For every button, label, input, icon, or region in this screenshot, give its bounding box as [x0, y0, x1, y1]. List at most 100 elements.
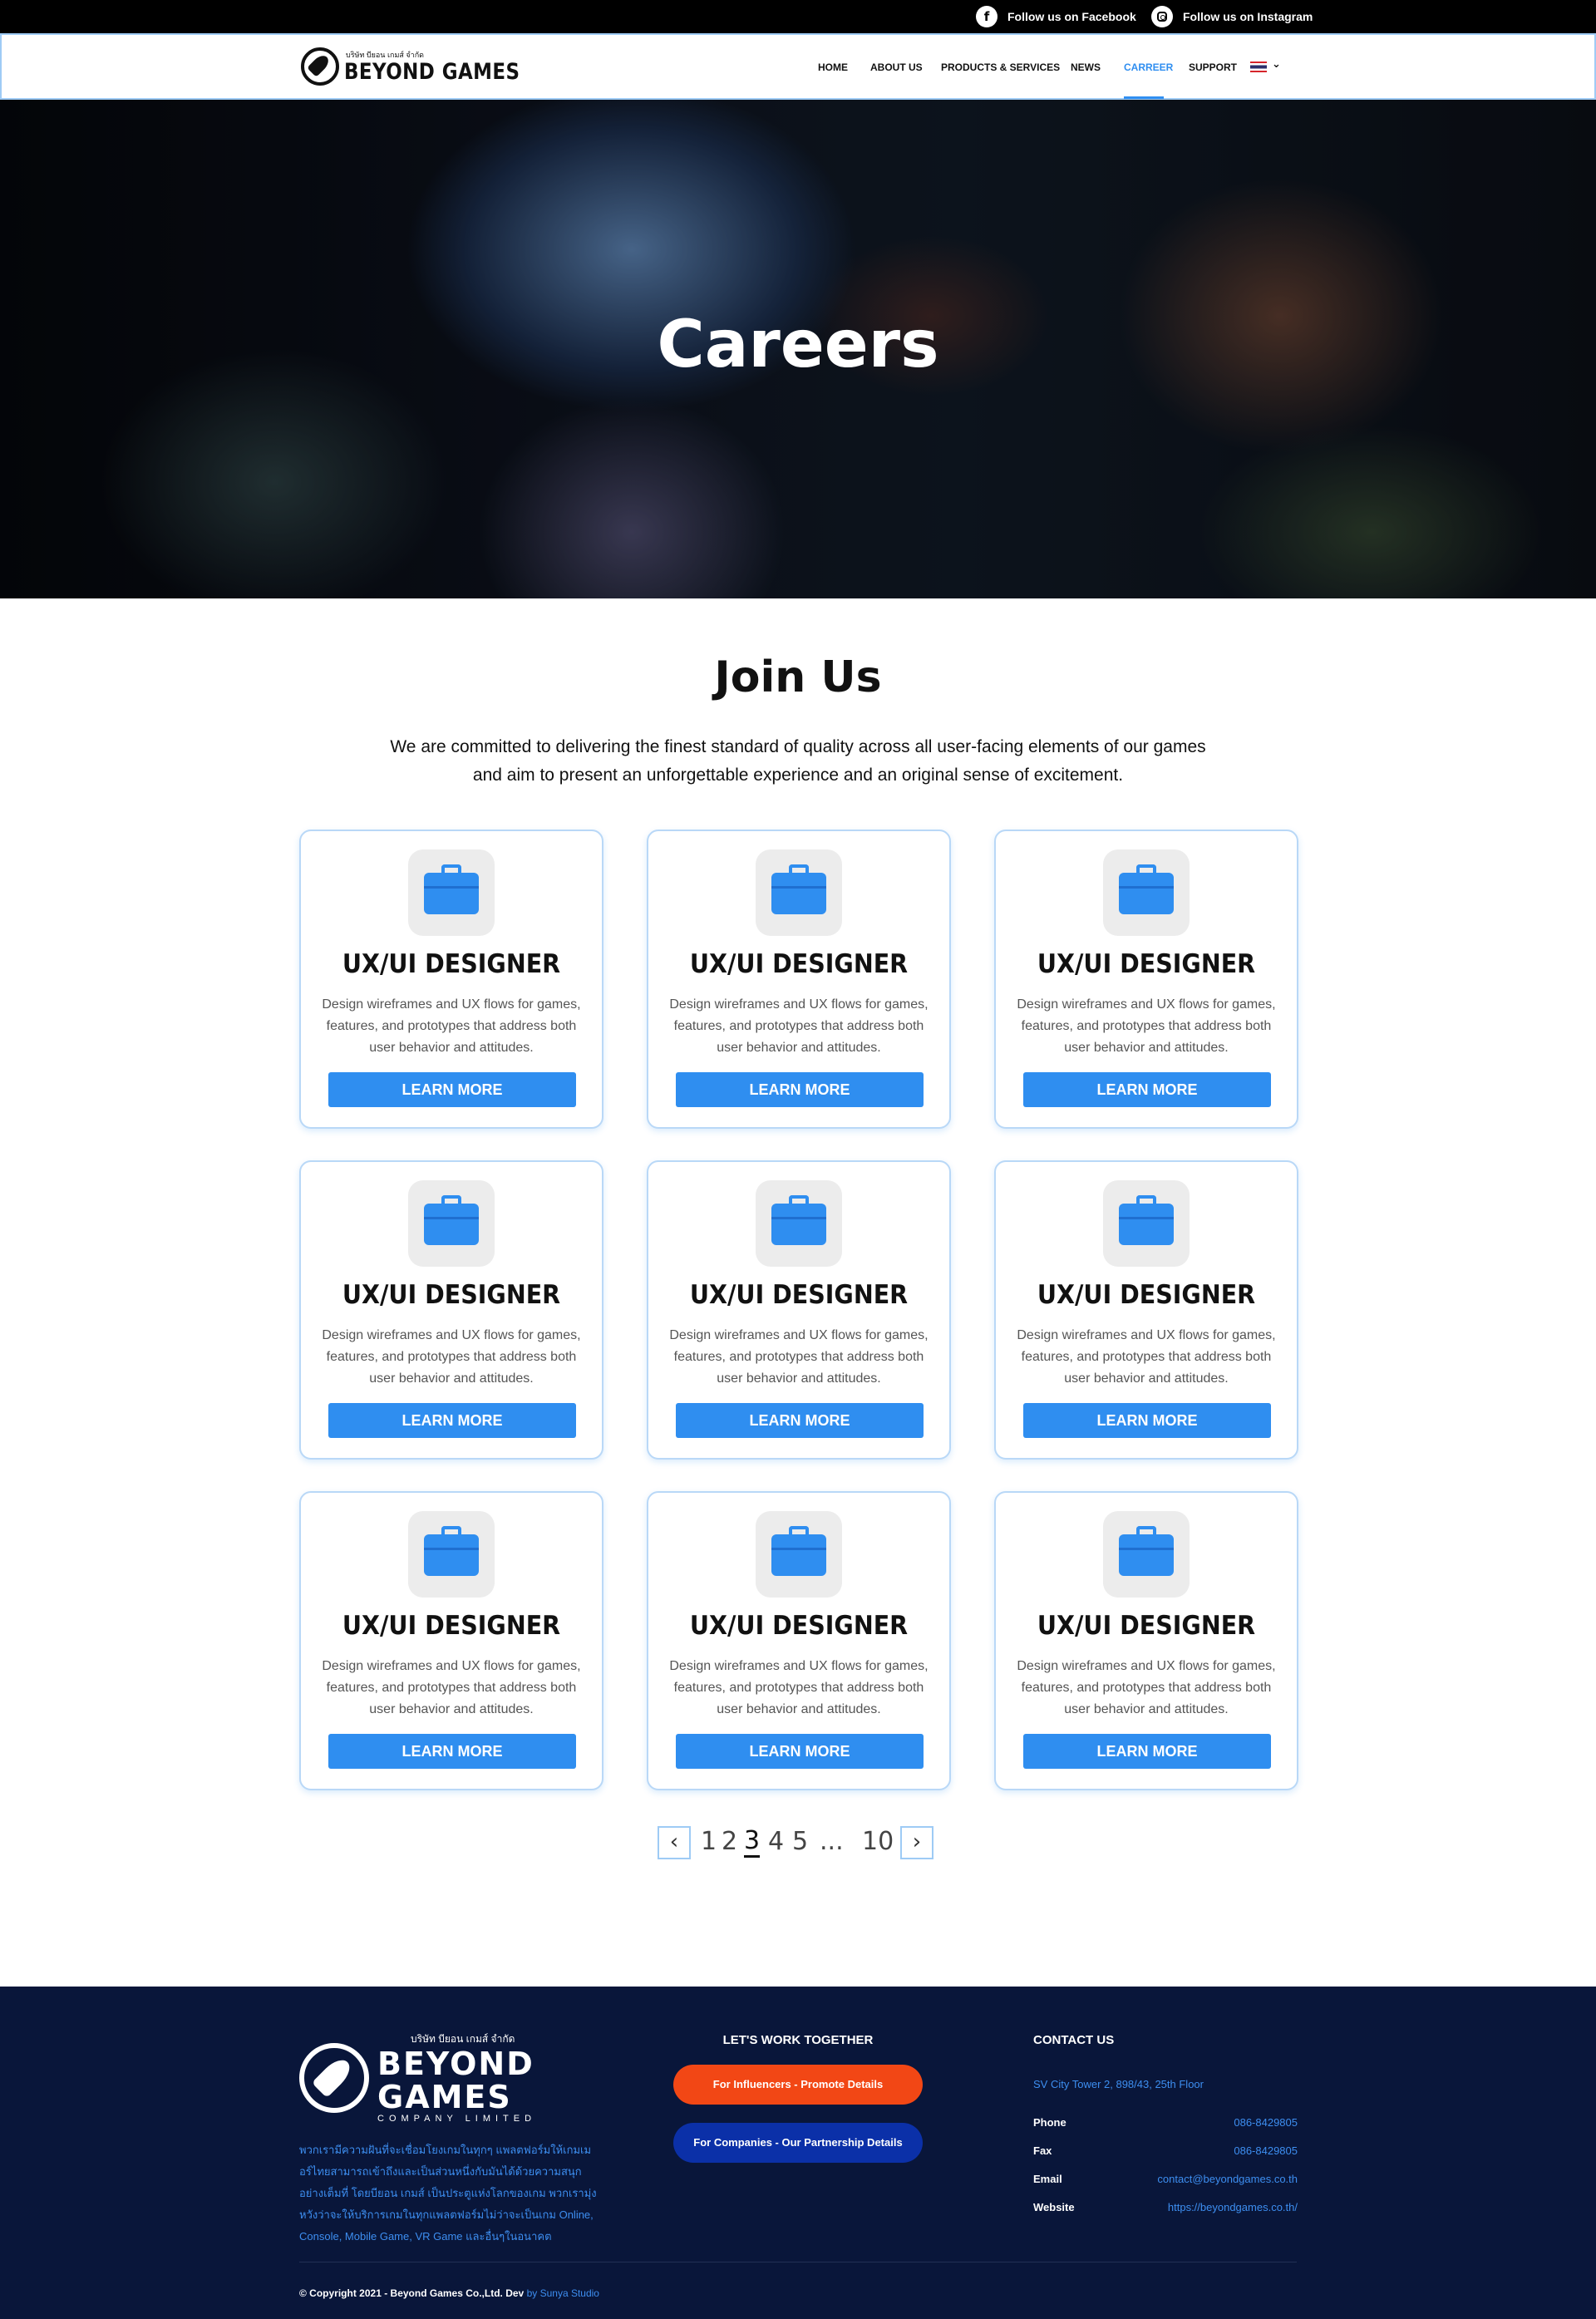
job-description-line: features, and prototypes that address bo…	[673, 1350, 924, 1364]
nav-products-services[interactable]: PRODUCTS & SERVICES	[941, 62, 1060, 73]
job-description-line: user behavior and attitudes.	[369, 1041, 534, 1055]
chevron-left-icon: ‹	[669, 1829, 679, 1854]
learn-more-button[interactable]: LEARN MORE	[676, 1403, 924, 1438]
page-3-current[interactable]: 3	[744, 1827, 761, 1858]
pagination-next-button[interactable]: ›	[900, 1826, 933, 1859]
briefcase-icon	[424, 1526, 479, 1576]
nav-news[interactable]: NEWS	[1071, 62, 1101, 73]
facebook-link-label: Follow us on Facebook	[1007, 10, 1136, 23]
job-description: Design wireframes and UX flows for games…	[1009, 994, 1283, 1059]
rocket-logo-icon	[299, 2042, 369, 2113]
thai-flag-icon[interactable]	[1250, 62, 1267, 72]
nav-about-us[interactable]: ABOUT US	[870, 62, 923, 73]
job-card: UX/UI DESIGNER Design wireframes and UX f…	[647, 830, 951, 1129]
briefcase-icon	[424, 1195, 479, 1245]
job-description: Design wireframes and UX flows for games…	[1009, 1656, 1283, 1721]
influencers-button[interactable]: For Influencers - Promote Details	[673, 2065, 923, 2105]
contact-email[interactable]: contact@beyondgames.co.th	[1157, 2173, 1298, 2185]
page-10[interactable]: 10	[862, 1827, 894, 1856]
nav-home[interactable]: HOME	[818, 62, 848, 73]
job-description-line: features, and prototypes that address bo…	[1021, 1019, 1272, 1033]
developer-credit-link[interactable]: by Sunya Studio	[527, 2287, 599, 2299]
contact-address: SV City Tower 2, 898/43, 25th Floor	[1033, 2078, 1204, 2090]
job-description: Design wireframes and UX flows for games…	[1009, 1325, 1283, 1390]
job-description: Design wireframes and UX flows for games…	[314, 994, 589, 1059]
footer-logo-games: GAMES	[377, 2079, 512, 2115]
contact-website-row: Website https://beyondgames.co.th/	[1033, 2201, 1298, 2218]
job-description-line: user behavior and attitudes.	[1064, 1371, 1229, 1386]
job-description-line: Design wireframes and UX flows for games…	[1017, 1659, 1276, 1673]
job-icon-box	[756, 849, 842, 936]
job-description-line: user behavior and attitudes.	[369, 1702, 534, 1716]
contact-heading: CONTACT US	[1033, 2033, 1115, 2047]
job-description-line: Design wireframes and UX flows for games…	[322, 1659, 581, 1673]
footer-logo-subtitle: COMPANY LIMITED	[377, 2114, 537, 2124]
contact-label: Phone	[1033, 2116, 1066, 2129]
page-1[interactable]: 1	[701, 1827, 717, 1856]
briefcase-icon	[1119, 864, 1174, 914]
learn-more-button[interactable]: LEARN MORE	[328, 1734, 576, 1769]
page-5[interactable]: 5	[792, 1827, 808, 1856]
job-icon-box	[408, 1180, 495, 1267]
learn-more-button[interactable]: LEARN MORE	[1023, 1072, 1271, 1107]
job-description-line: features, and prototypes that address bo…	[326, 1350, 577, 1364]
learn-more-button[interactable]: LEARN MORE	[328, 1072, 576, 1107]
job-title: UX/UI DESIGNER	[342, 949, 561, 979]
job-title: UX/UI DESIGNER	[689, 1280, 909, 1310]
job-title: UX/UI DESIGNER	[342, 1611, 561, 1641]
job-description-line: features, and prototypes that address bo…	[1021, 1350, 1272, 1364]
instagram-link[interactable]: Follow us on Instagram	[1151, 5, 1313, 28]
job-description: Design wireframes and UX flows for games…	[662, 1656, 936, 1721]
nav-career[interactable]: CARREER	[1124, 62, 1173, 73]
job-icon-box	[408, 849, 495, 936]
job-icon-box	[756, 1180, 842, 1267]
job-title: UX/UI DESIGNER	[1037, 949, 1256, 979]
chevron-down-icon[interactable]: ⌄	[1272, 58, 1281, 71]
pagination-prev-button[interactable]: ‹	[658, 1826, 691, 1859]
job-description-line: Design wireframes and UX flows for games…	[322, 1328, 581, 1342]
contact-label: Fax	[1033, 2144, 1052, 2157]
work-together-heading: LET'S WORK TOGETHER	[722, 2033, 874, 2047]
job-description-line: Design wireframes and UX flows for games…	[669, 1328, 929, 1342]
logo-name: BEYOND GAMES	[344, 59, 520, 85]
active-nav-indicator	[1124, 96, 1164, 99]
job-card: UX/UI DESIGNER Design wireframes and UX f…	[647, 1160, 951, 1460]
instagram-link-label: Follow us on Instagram	[1183, 10, 1313, 23]
footer-logo[interactable]: บริษัท บียอน เกมส์ จำกัด BEYOND GAMES CO…	[299, 2031, 536, 2124]
page-4[interactable]: 4	[768, 1827, 784, 1856]
job-card: UX/UI DESIGNER Design wireframes and UX f…	[299, 1160, 603, 1460]
learn-more-button[interactable]: LEARN MORE	[676, 1734, 924, 1769]
site-logo[interactable]: บริษัท บียอน เกมส์ จำกัด BEYOND GAMES	[301, 47, 551, 86]
instagram-icon	[1151, 6, 1173, 27]
job-icon-box	[1103, 1180, 1190, 1267]
job-description-line: user behavior and attitudes.	[717, 1371, 881, 1386]
job-icon-box	[1103, 849, 1190, 936]
job-description-line: user behavior and attitudes.	[369, 1371, 534, 1386]
job-title: UX/UI DESIGNER	[689, 1611, 909, 1641]
contact-website[interactable]: https://beyondgames.co.th/	[1168, 2201, 1298, 2213]
contact-phone[interactable]: 086-8429805	[1234, 2116, 1298, 2129]
page-2[interactable]: 2	[722, 1827, 737, 1856]
job-description-line: Design wireframes and UX flows for games…	[322, 997, 581, 1012]
join-us-heading: Join Us	[714, 652, 882, 702]
learn-more-button[interactable]: LEARN MORE	[676, 1072, 924, 1107]
contact-fax[interactable]: 086-8429805	[1234, 2144, 1298, 2157]
job-description-line: features, and prototypes that address bo…	[673, 1681, 924, 1695]
job-description-line: features, and prototypes that address bo…	[326, 1019, 577, 1033]
page-ellipsis: ...	[820, 1827, 844, 1856]
learn-more-button[interactable]: LEARN MORE	[1023, 1403, 1271, 1438]
learn-more-button[interactable]: LEARN MORE	[328, 1403, 576, 1438]
job-title: UX/UI DESIGNER	[1037, 1280, 1256, 1310]
job-card: UX/UI DESIGNER Design wireframes and UX f…	[994, 830, 1298, 1129]
learn-more-button[interactable]: LEARN MORE	[1023, 1734, 1271, 1769]
hero-title: Careers	[657, 308, 939, 382]
job-description-line: user behavior and attitudes.	[717, 1702, 881, 1716]
nav-support[interactable]: SUPPORT	[1189, 62, 1237, 73]
job-title: UX/UI DESIGNER	[1037, 1611, 1256, 1641]
companies-button[interactable]: For Companies - Our Partnership Details	[673, 2123, 923, 2163]
job-description-line: Design wireframes and UX flows for games…	[669, 997, 929, 1012]
briefcase-icon	[1119, 1526, 1174, 1576]
briefcase-icon	[771, 864, 826, 914]
job-description-line: user behavior and attitudes.	[717, 1041, 881, 1055]
facebook-link[interactable]: f Follow us on Facebook	[976, 5, 1136, 28]
